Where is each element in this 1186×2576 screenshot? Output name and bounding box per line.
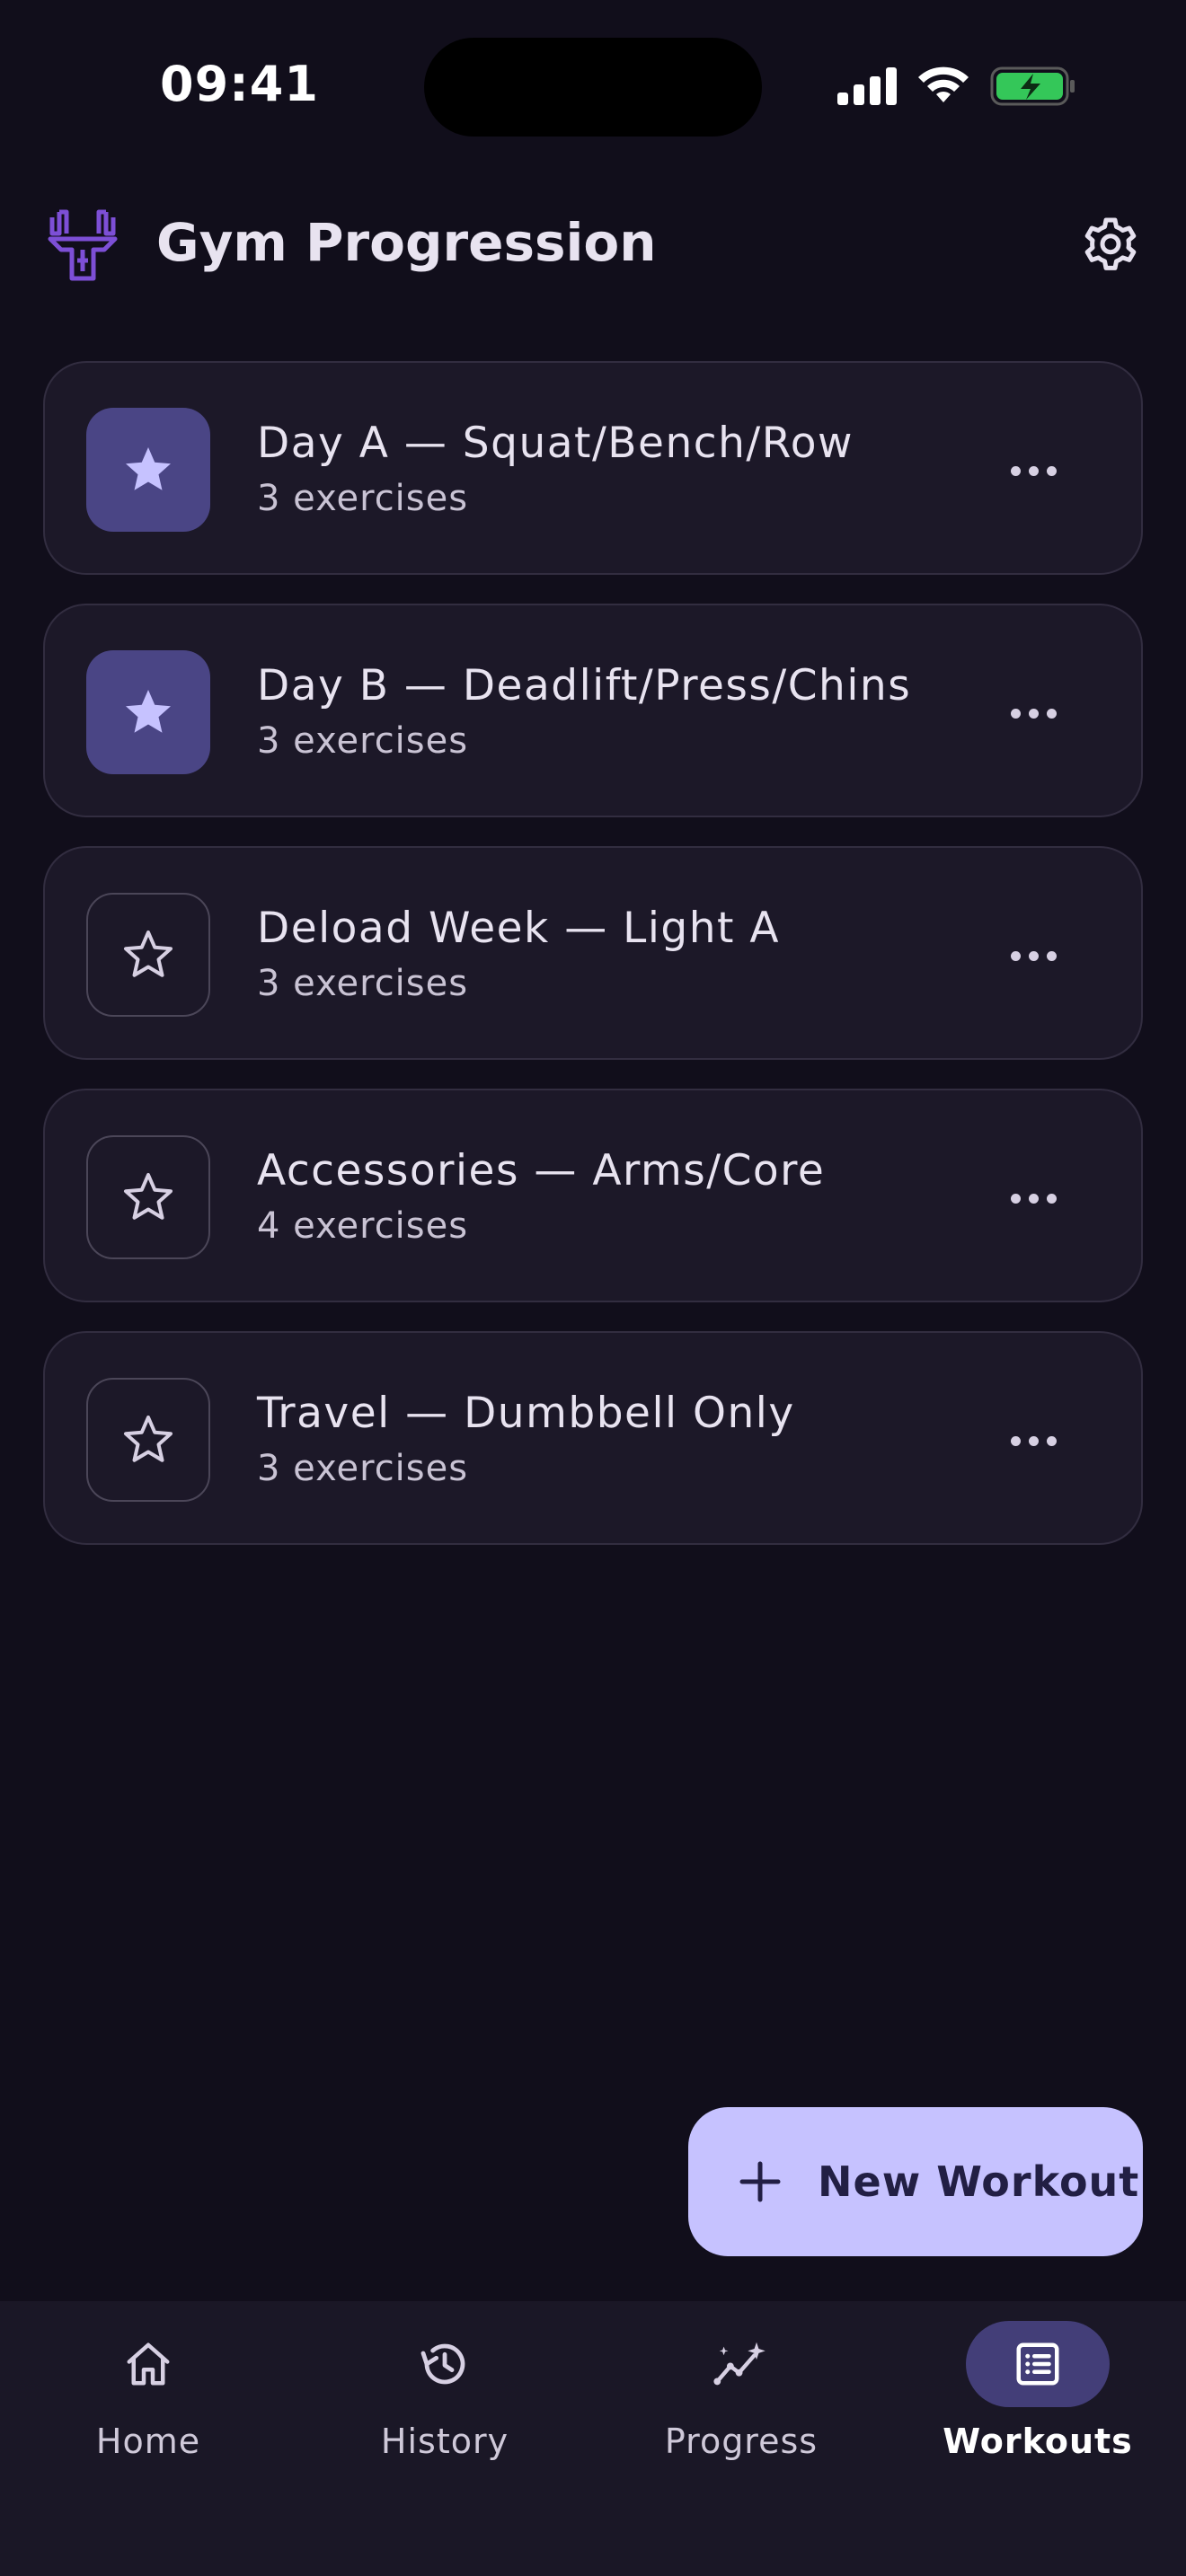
list-icon bbox=[1016, 2342, 1059, 2386]
favorite-toggle[interactable] bbox=[86, 893, 210, 1017]
progress-icon bbox=[713, 2342, 766, 2386]
plus-icon bbox=[739, 2161, 781, 2202]
workout-card[interactable]: Accessories — Arms/Core 4 exercises bbox=[43, 1089, 1143, 1302]
nav-item-home[interactable]: Home bbox=[0, 2301, 296, 2576]
more-horizontal-icon bbox=[1010, 950, 1021, 961]
workout-list: Day A — Squat/Bench/Row 3 exercises Day … bbox=[43, 361, 1143, 1574]
dynamic-island bbox=[424, 38, 762, 137]
wifi-icon bbox=[918, 66, 969, 102]
workout-title: Travel — Dumbbell Only bbox=[257, 1389, 795, 1438]
new-workout-button[interactable]: New Workout bbox=[688, 2107, 1143, 2256]
more-horizontal-icon bbox=[1010, 708, 1021, 719]
workout-title: Day B — Deadlift/Press/Chins bbox=[257, 661, 912, 710]
more-horizontal-icon bbox=[1010, 1193, 1021, 1204]
status-time: 09:41 bbox=[160, 56, 319, 112]
favorite-toggle[interactable] bbox=[86, 650, 210, 774]
more-options-button[interactable] bbox=[997, 677, 1069, 749]
battery-charging-icon bbox=[990, 66, 1075, 106]
workout-card[interactable]: Deload Week — Light A 3 exercises bbox=[43, 846, 1143, 1060]
app-header: Gym Progression bbox=[0, 180, 1186, 305]
settings-button[interactable] bbox=[1078, 212, 1143, 277]
workout-card[interactable]: Day A — Squat/Bench/Row 3 exercises bbox=[43, 361, 1143, 575]
nav-label-home: Home bbox=[95, 2422, 201, 2461]
favorite-toggle[interactable] bbox=[86, 1135, 210, 1259]
workout-title: Day A — Squat/Bench/Row bbox=[257, 419, 854, 468]
bottom-nav: Home History Progress Workouts bbox=[0, 2301, 1186, 2576]
workout-card[interactable]: Travel — Dumbbell Only 3 exercises bbox=[43, 1331, 1143, 1545]
page-title: Gym Progression bbox=[156, 212, 657, 273]
new-workout-label: New Workout bbox=[818, 2157, 1140, 2206]
status-icons bbox=[837, 61, 1076, 111]
favorite-toggle[interactable] bbox=[86, 1378, 210, 1502]
more-options-button[interactable] bbox=[997, 435, 1069, 507]
workout-exercise-count: 3 exercises bbox=[257, 963, 469, 1004]
star-filled-icon bbox=[126, 690, 171, 733]
workout-title: Deload Week — Light A bbox=[257, 904, 781, 953]
workout-exercise-count: 3 exercises bbox=[257, 478, 469, 519]
workout-title: Accessories — Arms/Core bbox=[257, 1146, 826, 1195]
nav-label-workouts: Workouts bbox=[943, 2422, 1133, 2461]
more-horizontal-icon bbox=[1010, 465, 1021, 476]
star-filled-icon bbox=[126, 447, 171, 490]
more-horizontal-icon bbox=[1010, 1435, 1021, 1446]
star-outline-icon bbox=[124, 1173, 173, 1220]
more-options-button[interactable] bbox=[997, 920, 1069, 992]
workout-exercise-count: 3 exercises bbox=[257, 720, 469, 762]
screen: 09:41 Gym Progression Day A — Squat/Benc… bbox=[0, 0, 1186, 2576]
star-outline-icon bbox=[124, 931, 173, 977]
workout-card[interactable]: Day B — Deadlift/Press/Chins 3 exercises bbox=[43, 604, 1143, 817]
status-bar: 09:41 bbox=[0, 0, 1186, 162]
nav-item-workouts[interactable]: Workouts bbox=[890, 2301, 1186, 2576]
cellular-signal-icon bbox=[837, 67, 897, 105]
nav-label-history: History bbox=[380, 2422, 509, 2461]
more-options-button[interactable] bbox=[997, 1405, 1069, 1477]
favorite-toggle[interactable] bbox=[86, 408, 210, 532]
workout-exercise-count: 4 exercises bbox=[257, 1205, 469, 1247]
gear-icon bbox=[1084, 217, 1137, 270]
dumbbell-logo-icon bbox=[48, 209, 118, 281]
star-outline-icon bbox=[124, 1416, 173, 1462]
workout-exercise-count: 3 exercises bbox=[257, 1448, 469, 1489]
more-options-button[interactable] bbox=[997, 1162, 1069, 1234]
nav-item-progress[interactable]: Progress bbox=[593, 2301, 890, 2576]
nav-item-history[interactable]: History bbox=[296, 2301, 593, 2576]
home-icon bbox=[127, 2342, 170, 2386]
nav-label-progress: Progress bbox=[664, 2422, 819, 2461]
history-icon bbox=[420, 2343, 465, 2385]
